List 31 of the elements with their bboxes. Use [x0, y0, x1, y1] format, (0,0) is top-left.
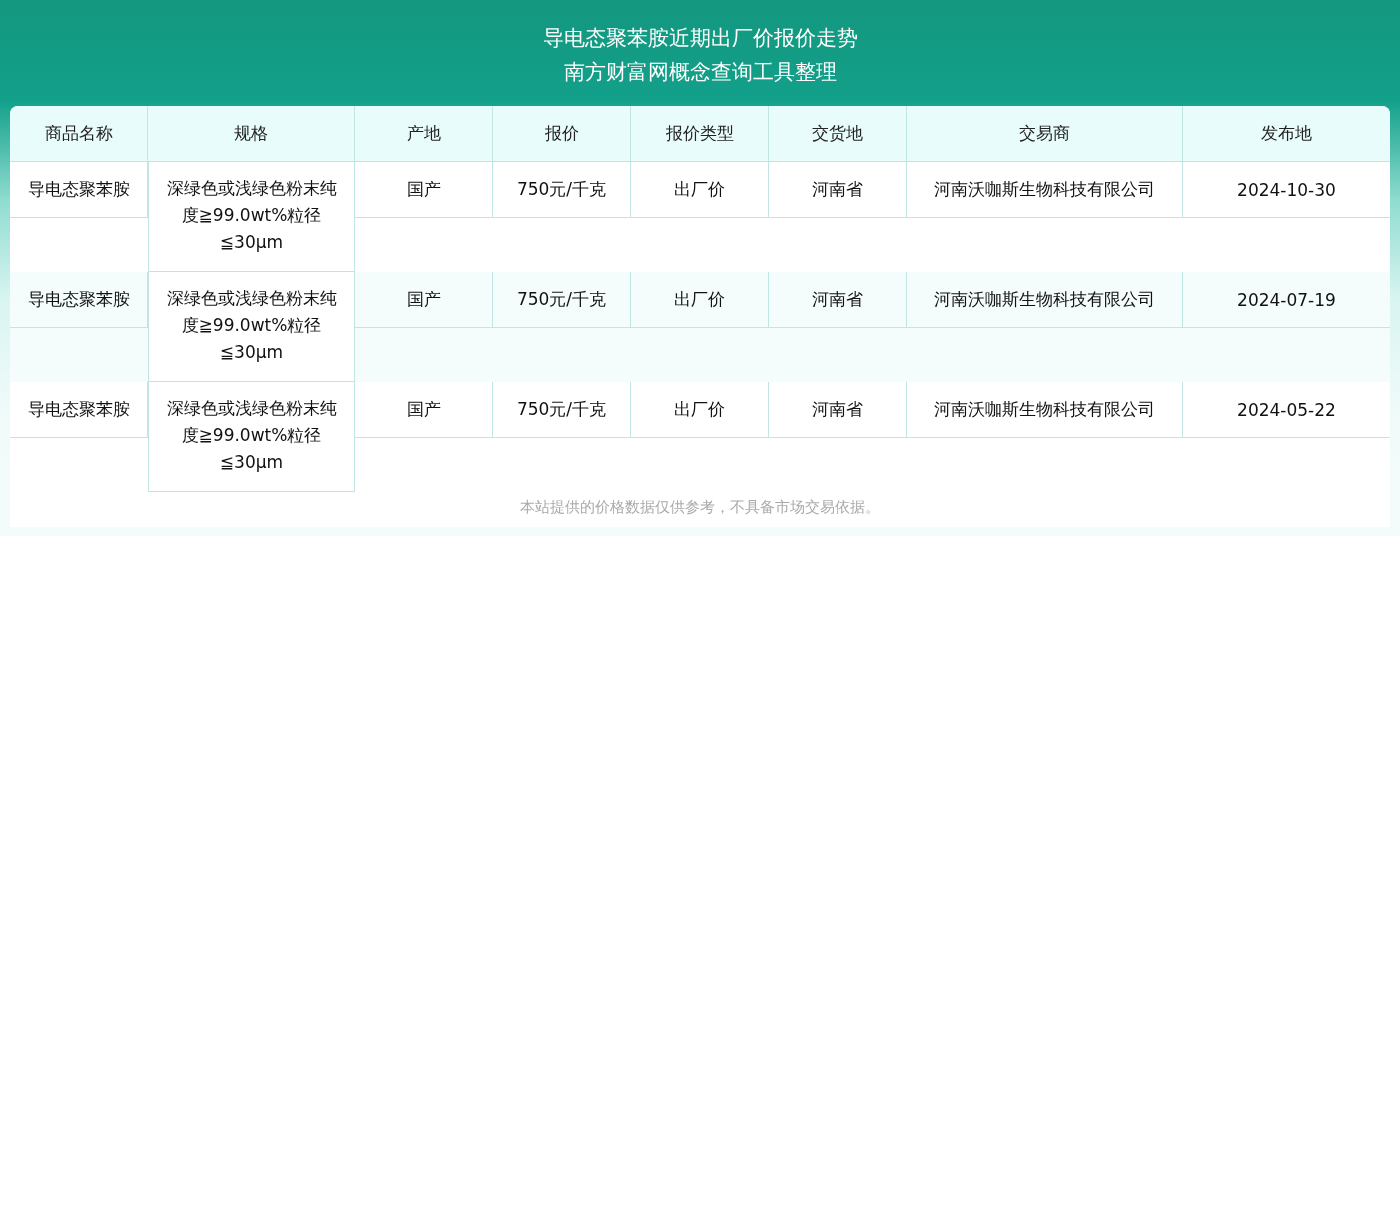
trader-cell: 河南沃咖斯生物科技有限公司	[907, 162, 1183, 218]
column-header: 商品名称	[10, 106, 148, 162]
date-cell: 2024-10-30	[1183, 162, 1390, 218]
spec-cell: 深绿色或浅绿色粉末纯度≧99.0wt%粒径≦30μm	[148, 382, 355, 492]
column-header: 报价	[493, 106, 631, 162]
price-type-cell: 出厂价	[631, 382, 769, 438]
price-type-cell: 出厂价	[631, 272, 769, 328]
price-type-cell: 出厂价	[631, 162, 769, 218]
trader-cell: 河南沃咖斯生物科技有限公司	[907, 272, 1183, 328]
disclaimer-text: 本站提供的价格数据仅供参考，不具备市场交易依据。	[519, 497, 881, 518]
column-header: 产地	[355, 106, 493, 162]
spec-cell: 深绿色或浅绿色粉末纯度≧99.0wt%粒径≦30μm	[148, 162, 355, 272]
delivery-cell: 河南省	[769, 272, 907, 328]
origin-cell: 国产	[355, 382, 493, 438]
delivery-cell: 河南省	[769, 382, 907, 438]
origin-cell: 国产	[355, 272, 493, 328]
column-header: 报价类型	[631, 106, 769, 162]
price-cell: 750元/千克	[493, 272, 631, 328]
delivery-cell: 河南省	[769, 162, 907, 218]
column-header: 交货地	[769, 106, 907, 162]
spec-cell: 深绿色或浅绿色粉末纯度≧99.0wt%粒径≦30μm	[148, 272, 355, 382]
page-title: 南方财富网概念查询工具整理	[563, 59, 837, 86]
page-title: 导电态聚苯胺近期出厂价报价走势	[542, 25, 858, 52]
trader-cell: 河南沃咖斯生物科技有限公司	[907, 382, 1183, 438]
column-header: 发布地	[1183, 106, 1390, 162]
date-cell: 2024-05-22	[1183, 382, 1390, 438]
column-header: 交易商	[907, 106, 1183, 162]
price-cell: 750元/千克	[493, 162, 631, 218]
date-cell: 2024-07-19	[1183, 272, 1390, 328]
origin-cell: 国产	[355, 162, 493, 218]
price-cell: 750元/千克	[493, 382, 631, 438]
